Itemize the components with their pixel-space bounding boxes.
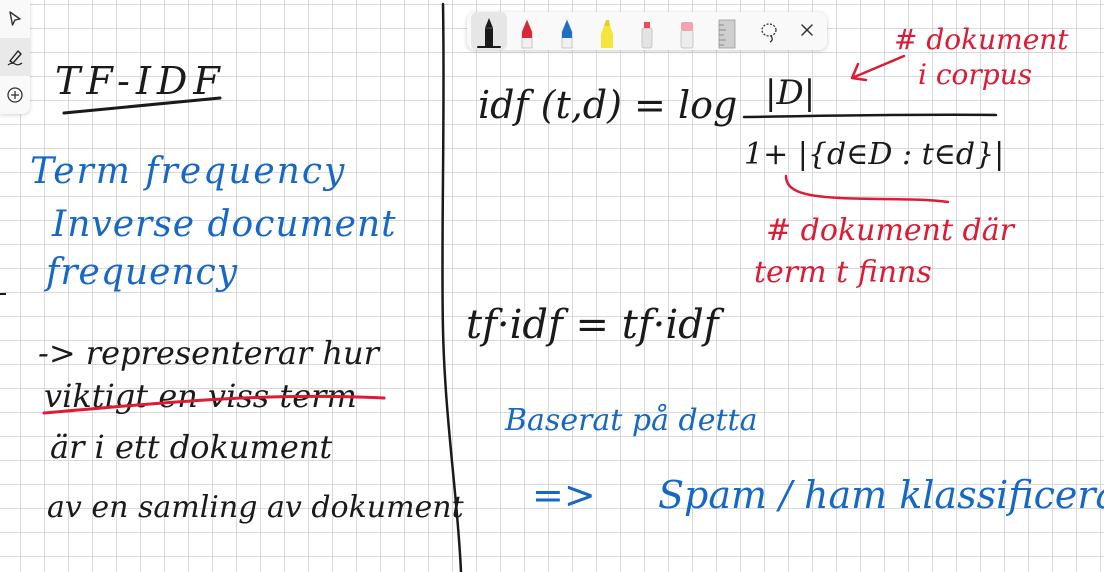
side-toolbar <box>0 0 30 114</box>
representerar-text: -> representerar hur <box>38 334 381 372</box>
pen-tray <box>467 12 827 50</box>
close-icon <box>801 24 813 36</box>
gray-pen-icon <box>641 22 653 49</box>
red-pen-tool[interactable] <box>509 12 545 50</box>
close-tray-button[interactable] <box>789 12 825 50</box>
idf-lhs-text: idf (t,d) = log <box>478 83 737 127</box>
idf-numerator-text: |D| <box>765 73 815 113</box>
baserat-text: Baserat på detta <box>504 403 757 438</box>
note-dokument-corpus-1: # dokument <box>894 23 1069 56</box>
divider-stroke <box>441 2 463 572</box>
lasso-icon <box>761 23 777 43</box>
note-dokument-corpus-2: i corpus <box>918 58 1032 91</box>
red-underline <box>42 394 386 415</box>
lasso-tool[interactable] <box>751 12 787 50</box>
pointer-icon <box>9 11 21 26</box>
highlighter-icon <box>601 20 613 48</box>
tfidf-text: tf·idf = tf·idf <box>466 302 725 348</box>
select-tool-button[interactable] <box>0 0 30 38</box>
av-en-samling-text: av en samling av dokument <box>47 490 465 525</box>
ink-tool-button[interactable] <box>0 38 30 76</box>
term-frequency-text: Term frequency <box>30 151 346 192</box>
title-underline <box>62 96 222 115</box>
frequency-text: frequency <box>43 252 238 293</box>
fraction-bar <box>742 113 998 119</box>
eraser-tool[interactable] <box>669 12 705 50</box>
ruler-tool[interactable] <box>709 12 745 50</box>
ar-i-ett-dokument-text: är i ett dokument <box>50 428 332 466</box>
red-arrow <box>850 54 906 82</box>
idf-denominator-text: 1+ |{d∈D : t∈d}| <box>744 137 1004 172</box>
note-dokument-dar: # dokument där <box>766 213 1016 248</box>
viktigt-text: viktigt en viss term <box>44 377 357 415</box>
red-pen-icon <box>521 18 533 49</box>
add-circle-icon <box>7 87 23 103</box>
black-pen-icon <box>485 18 493 46</box>
spam-ham-text: Spam / ham klassificera <box>658 473 1104 517</box>
note-term-t-finns: term t finns <box>754 255 932 290</box>
ruler-icon <box>718 19 736 49</box>
blue-pen-icon <box>561 18 573 49</box>
inverse-document-text: Inverse document <box>51 204 397 245</box>
eraser-icon <box>680 22 694 49</box>
title-text: TF-IDF <box>55 59 226 103</box>
blue-pen-tool[interactable] <box>549 12 585 50</box>
yellow-highlighter-tool[interactable] <box>589 12 625 50</box>
red-brace <box>784 174 950 204</box>
implies-arrow-text: => <box>532 473 596 517</box>
black-pen-tool[interactable] <box>471 12 507 50</box>
ink-canvas: TF-IDF Term frequency Inverse document f… <box>0 2 1104 572</box>
add-button[interactable] <box>0 76 30 114</box>
pen-ink-icon <box>7 50 23 66</box>
gray-pen-tool[interactable] <box>629 12 665 50</box>
